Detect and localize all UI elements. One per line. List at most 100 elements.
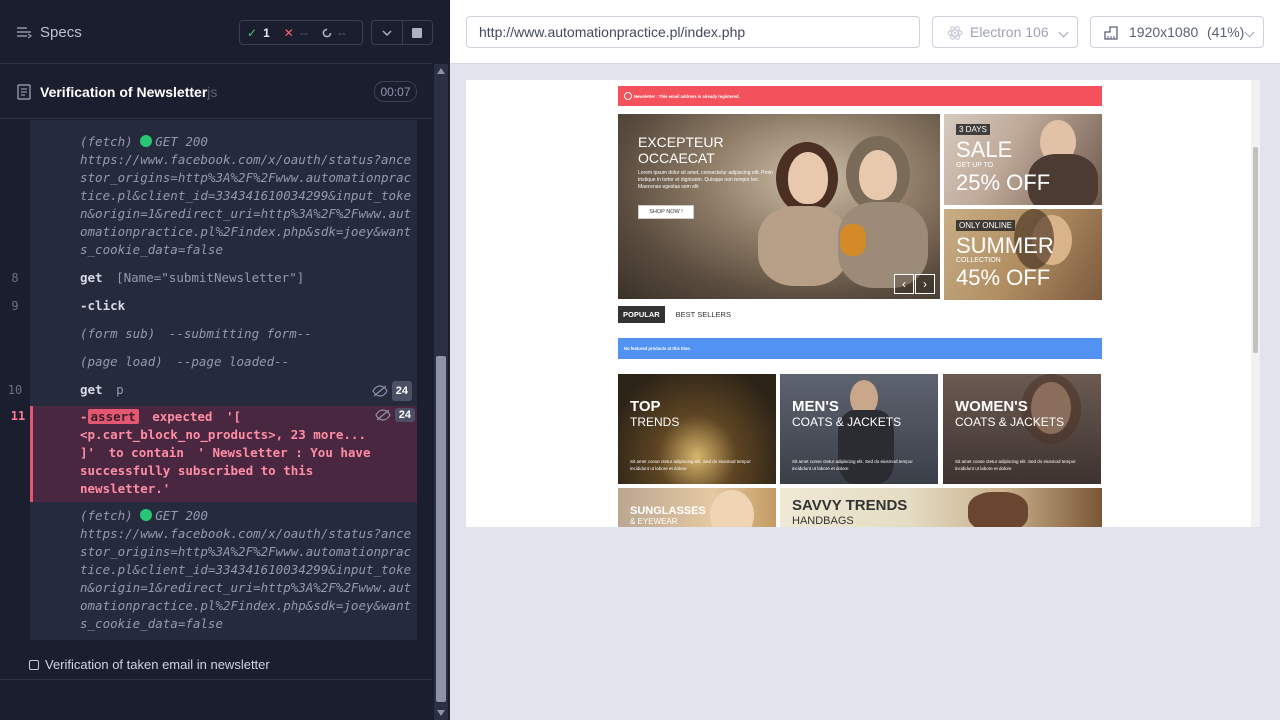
no-featured-alert: No featured products at this time. bbox=[618, 338, 1102, 359]
app-under-test-panel: http://www.automationpractice.pl/index.p… bbox=[450, 0, 1280, 720]
assert-message: - assert expected '[ <p.cart_block_no_pro… bbox=[80, 408, 380, 498]
command-log-scrollbar[interactable] bbox=[434, 64, 448, 720]
test-stats: ✓ 1 ✕ -- -- bbox=[239, 20, 363, 45]
slider-next-button[interactable]: › bbox=[915, 274, 935, 294]
chevron-left-icon: ‹ bbox=[902, 277, 906, 291]
command-name: get bbox=[80, 270, 103, 285]
chevron-right-icon: › bbox=[923, 277, 927, 291]
failed-stat: ✕ -- bbox=[277, 21, 315, 44]
banner-figure-face bbox=[710, 490, 754, 527]
promo-discount: 25% OFF bbox=[956, 170, 1051, 195]
test-title-text: Verification of Newsletter bbox=[40, 84, 208, 100]
specs-list-icon[interactable] bbox=[16, 25, 32, 41]
stop-button[interactable] bbox=[401, 21, 433, 44]
command-assert-failed[interactable]: 11 - assert expected '[ <p.cart_block_no_… bbox=[11, 406, 417, 502]
fetch-url: https://www.facebook.com/x/oauth/status?… bbox=[80, 526, 412, 631]
event-label: (page load) bbox=[80, 354, 163, 369]
test-title: Verification of Newsletterjs bbox=[40, 84, 217, 100]
failed-count: -- bbox=[299, 25, 308, 40]
banner-mens[interactable]: MEN'S COATS & JACKETS Sit amet conse cte… bbox=[780, 374, 938, 484]
assert-text-close: ]' bbox=[80, 445, 96, 460]
assert-text-to-contain: to contain bbox=[108, 445, 184, 460]
hero-title: EXCEPTEUR OCCAECAT bbox=[638, 134, 724, 166]
ruler-icon bbox=[1104, 26, 1118, 40]
test-duration: 00:07 bbox=[374, 81, 417, 102]
promo-summer[interactable]: ONLY ONLINE SUMMER COLLECTION 45% OFF bbox=[944, 209, 1102, 300]
command-number: 9 bbox=[11, 299, 19, 313]
alert-text: Newsletter : This email address is alrea… bbox=[634, 93, 740, 99]
tab-popular[interactable]: POPULAR bbox=[618, 305, 665, 323]
viewport-selector[interactable]: 1920x1080 (41%) bbox=[1090, 16, 1264, 48]
banner-savvy-trends[interactable]: SAVVY TRENDS HANDBAGS bbox=[780, 488, 1102, 527]
scroll-up-arrow-icon[interactable] bbox=[437, 68, 445, 74]
specs-title[interactable]: Specs bbox=[40, 24, 82, 41]
scrollbar-thumb[interactable] bbox=[436, 356, 446, 702]
command-number: 8 bbox=[11, 271, 19, 285]
command-label: (fetch) bbox=[80, 508, 133, 523]
banner-sunglasses[interactable]: SUNGLASSES & EYEWEAR bbox=[618, 488, 776, 527]
specs-header: Specs ✓ 1 ✕ -- -- bbox=[0, 0, 433, 64]
hero-title-line-2: OCCAECAT bbox=[638, 150, 715, 166]
banner-subtitle: & EYEWEAR bbox=[630, 517, 678, 526]
browser-selector[interactable]: Electron 106 bbox=[932, 16, 1078, 48]
next-test-row[interactable]: Verification of taken email in newslette… bbox=[0, 648, 432, 680]
promo-discount: 45% OFF bbox=[956, 265, 1051, 290]
tab-best-sellers[interactable]: BEST SELLERS bbox=[671, 306, 736, 323]
banner-womens[interactable]: WOMEN'S COATS & JACKETS Sit amet conse c… bbox=[943, 374, 1101, 484]
test-title-row[interactable]: Verification of Newsletterjs 00:07 bbox=[0, 65, 432, 119]
command-number: 11 bbox=[10, 409, 26, 423]
promo-sale[interactable]: 3 DAYS SALE GET UP TO 25% OFF bbox=[944, 114, 1102, 205]
banner-title: SAVVY TRENDS bbox=[792, 497, 908, 514]
viewport-size: 1920x1080 bbox=[1129, 24, 1199, 40]
aut-scrollbar[interactable] bbox=[1251, 80, 1260, 527]
pending-stat: -- bbox=[315, 21, 353, 44]
product-tabs: POPULAR BEST SELLERS bbox=[618, 305, 736, 323]
command-message: [Name="submitNewsletter"] bbox=[116, 270, 305, 285]
hero-figure-face bbox=[859, 150, 897, 200]
element-count-badge: 24 bbox=[375, 408, 415, 422]
aut-scrollbar-thumb[interactable] bbox=[1253, 147, 1258, 353]
banner-subtitle: COATS & JACKETS bbox=[792, 415, 902, 429]
assert-text-expected: expected bbox=[152, 409, 213, 424]
status-dot-icon bbox=[140, 509, 153, 521]
banner-subtitle: HANDBAGS bbox=[792, 515, 854, 527]
command-label: (fetch) bbox=[80, 134, 133, 149]
alert-circle-icon bbox=[624, 92, 632, 100]
chevron-down-icon bbox=[382, 30, 392, 36]
aut-iframe[interactable]: Newsletter : This email address is alrea… bbox=[466, 80, 1260, 527]
event-message: --page loaded-- bbox=[176, 354, 290, 369]
hero-figure-scarf bbox=[758, 206, 848, 286]
url-bar[interactable]: http://www.automationpractice.pl/index.p… bbox=[466, 16, 920, 48]
element-count: 24 bbox=[391, 381, 412, 401]
scroll-down-arrow-icon[interactable] bbox=[437, 710, 445, 716]
expand-button[interactable] bbox=[372, 21, 402, 44]
slider-prev-button[interactable]: ‹ bbox=[894, 274, 914, 294]
assert-text-subject: <p.cart_block_no_products>, 23 more... bbox=[80, 427, 366, 442]
stop-icon bbox=[412, 27, 423, 38]
event-message: --submitting form-- bbox=[168, 326, 312, 341]
electron-icon bbox=[947, 26, 963, 40]
promo-big-text: SUMMER bbox=[956, 233, 1054, 258]
passed-stat: ✓ 1 bbox=[240, 21, 277, 44]
promo-small-text: COLLECTION bbox=[956, 257, 1001, 264]
banner-subtitle: COATS & JACKETS bbox=[955, 415, 1065, 429]
shop-now-button[interactable]: SHOP NOW ! bbox=[638, 205, 694, 219]
banner-title: TOP bbox=[630, 398, 661, 415]
newsletter-alert: Newsletter : This email address is alrea… bbox=[618, 86, 1102, 106]
fetch-method: GET 200 bbox=[155, 508, 208, 523]
promo-tag: ONLY ONLINE bbox=[956, 220, 1016, 231]
command-log: (fetch) GET 200 https://www.facebook.com… bbox=[0, 120, 432, 640]
banner-top-trends[interactable]: TOP TRENDS Sit amet conse ctetur adipisc… bbox=[618, 374, 776, 484]
event-label: (form sub) bbox=[80, 326, 156, 341]
assert-text-open: '[ bbox=[225, 409, 242, 424]
fetch-url: https://www.facebook.com/x/oauth/status?… bbox=[80, 152, 412, 257]
x-icon: ✕ bbox=[283, 25, 294, 40]
promo-big-text: SALE bbox=[956, 137, 1013, 162]
status-dot-icon bbox=[140, 135, 153, 147]
assert-tag: assert bbox=[87, 409, 139, 424]
command-number: 10 bbox=[7, 383, 23, 397]
hero-slider[interactable]: EXCEPTEUR OCCAECAT Lorem ipsum dolor sit… bbox=[618, 114, 940, 299]
command-name: -click bbox=[80, 298, 126, 313]
command-name: get bbox=[80, 382, 103, 397]
reporter-panel: Specs ✓ 1 ✕ -- -- Verification of Newsle… bbox=[0, 0, 450, 720]
